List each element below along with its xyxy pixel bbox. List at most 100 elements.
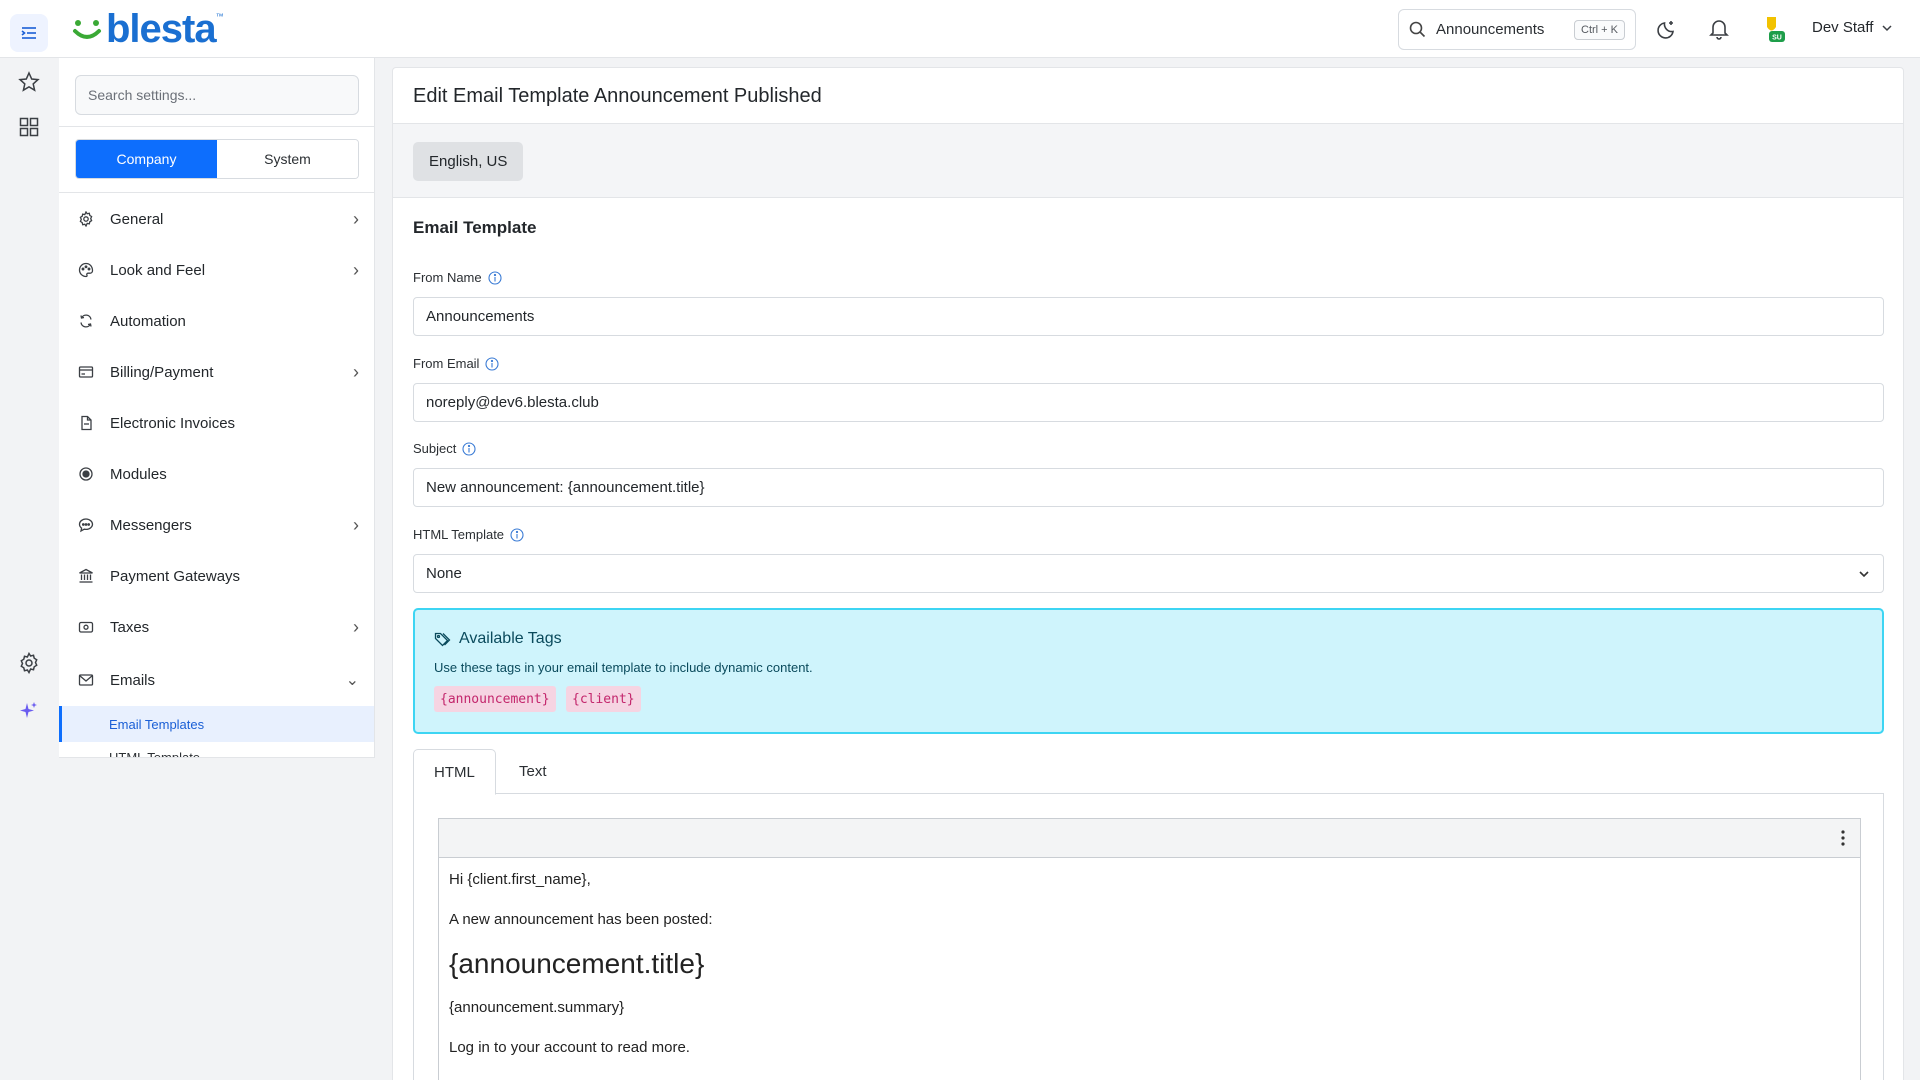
sidebar-subitem-html-template[interactable]: HTML Template [109,750,200,757]
html-template-label: HTML Template [413,527,524,542]
settings-sidebar: Search settings... Company System Genera… [59,58,375,758]
logo-trademark: ™ [215,12,224,21]
chevron-right-icon: › [353,616,359,637]
divider [59,126,374,127]
sidebar-item-automation[interactable]: Automation [59,296,374,346]
notifications-button[interactable] [1704,14,1734,44]
sidebar-item-payment-gateways[interactable]: Payment Gateways [59,551,374,601]
sidebar-item-label: Automation [110,312,186,330]
chevron-down-icon [1882,24,1892,31]
from-email-value: noreply@dev6.blesta.club [426,394,599,411]
chevron-right-icon: › [353,514,359,535]
avatar-badge: SU [1772,35,1782,42]
html-template-value: None [426,565,462,582]
file-icon [76,413,96,433]
settings-search-input[interactable]: Search settings... [75,75,359,115]
moon-icon [1657,21,1674,39]
theme-toggle-button[interactable] [1652,14,1682,44]
tags-icon [434,632,451,646]
gear-icon [20,652,38,674]
edit-email-template-card: Edit Email Template Announcement Publish… [392,67,1904,1080]
settings-button[interactable] [14,648,44,678]
global-search[interactable]: Announcements Ctrl + K [1398,9,1636,50]
sidebar-item-look-and-feel[interactable]: Look and Feel › [59,245,374,295]
tag-client[interactable]: {client} [566,686,641,712]
tab-html[interactable]: HTML [413,749,496,795]
assistant-button[interactable] [14,696,44,726]
icon-rail [0,58,58,1080]
info-icon[interactable] [462,441,476,456]
sidebar-item-billing-payment[interactable]: Billing/Payment › [59,347,374,397]
html-template-select[interactable]: None [413,554,1884,593]
staff-avatar[interactable]: SU [1756,14,1786,44]
sidebar-item-label: Look and Feel [110,261,206,279]
chevron-right-icon: › [353,208,359,229]
modules-icon [76,464,96,484]
bank-icon [76,566,96,586]
search-shortcut: Ctrl + K [1574,19,1625,40]
tag-announcement[interactable]: {announcement} [434,686,556,712]
blesta-logo[interactable]: blesta ™ [72,7,224,51]
apps-button[interactable] [14,112,44,142]
editor-line: Hi {client.first_name}, [449,871,591,888]
sidebar-toggle-icon [21,27,36,39]
sidebar-item-emails[interactable]: Emails ⌄ [59,655,374,705]
info-icon[interactable] [485,356,500,371]
apps-grid-icon [19,117,39,137]
gear-icon [76,209,96,229]
from-email-label: From Email [413,356,500,371]
editor-tabs: HTML Text [413,749,1884,795]
sidebar-item-label: Payment Gateways [110,567,241,585]
field-label: HTML Template [413,527,505,542]
logo-mark-icon [73,20,101,39]
from-name-value: Announcements [426,308,535,325]
editor-toolbar [439,819,1860,858]
language-bar: English, US [393,123,1903,198]
field-label: From Email [413,356,480,371]
sidebar-subitem-email-templates[interactable]: Email Templates [59,706,374,742]
company-tab[interactable]: Company [76,140,217,178]
refresh-icon [76,311,96,331]
chevron-down-icon: ⌄ [345,672,359,689]
tab-text[interactable]: Text [499,749,567,794]
sidebar-item-messengers[interactable]: Messengers › [59,500,374,550]
sidebar-item-electronic-invoices[interactable]: Electronic Invoices [59,398,374,448]
editor-line: A new announcement has been posted: [449,911,713,928]
available-tags-title-text: Available Tags [459,630,562,647]
language-button[interactable]: English, US [413,142,524,181]
sidebar-item-taxes[interactable]: Taxes › [59,602,374,652]
sidebar-item-label: Electronic Invoices [110,414,236,432]
html-editor[interactable]: Hi {client.first_name}, A new announceme… [438,818,1861,1080]
more-options-button[interactable] [1840,829,1846,852]
global-search-input[interactable]: Announcements [1436,21,1574,38]
top-bar: blesta ™ Announcements Ctrl + K SU Dev S… [0,0,1920,58]
kebab-menu-icon [1841,830,1845,846]
editor-line: {announcement.summary} [449,999,625,1016]
envelope-icon [76,670,96,690]
from-name-label: From Name [413,270,502,285]
subject-input[interactable]: New announcement: {announcement.title} [413,468,1884,507]
from-name-input[interactable]: Announcements [413,297,1884,336]
html-tab-panel: Hi {client.first_name}, A new announceme… [413,794,1884,1080]
subject-label: Subject [413,441,476,456]
available-tags-panel: Available Tags Use these tags in your em… [413,608,1884,734]
field-label: Subject [413,441,457,456]
search-icon [1409,21,1426,38]
from-email-input[interactable]: noreply@dev6.blesta.club [413,383,1884,422]
system-tab[interactable]: System [217,140,358,178]
sidebar-item-label: Messengers [110,516,192,534]
info-icon[interactable] [510,527,524,542]
sidebar-item-label: Modules [110,465,167,483]
info-icon[interactable] [488,270,502,285]
chevron-right-icon: › [353,361,359,382]
chevron-down-icon [1859,570,1869,577]
sidebar-item-label: Emails [110,671,156,689]
favorites-button[interactable] [14,67,44,97]
divider [59,192,374,193]
sidebar-item-label: General [110,210,164,228]
sidebar-item-general[interactable]: General › [59,194,374,244]
user-menu[interactable]: Dev Staff [1812,19,1893,36]
sidebar-item-modules[interactable]: Modules [59,449,374,499]
shield-icon: SU [1767,17,1785,42]
sidebar-toggle-button[interactable] [10,14,48,52]
